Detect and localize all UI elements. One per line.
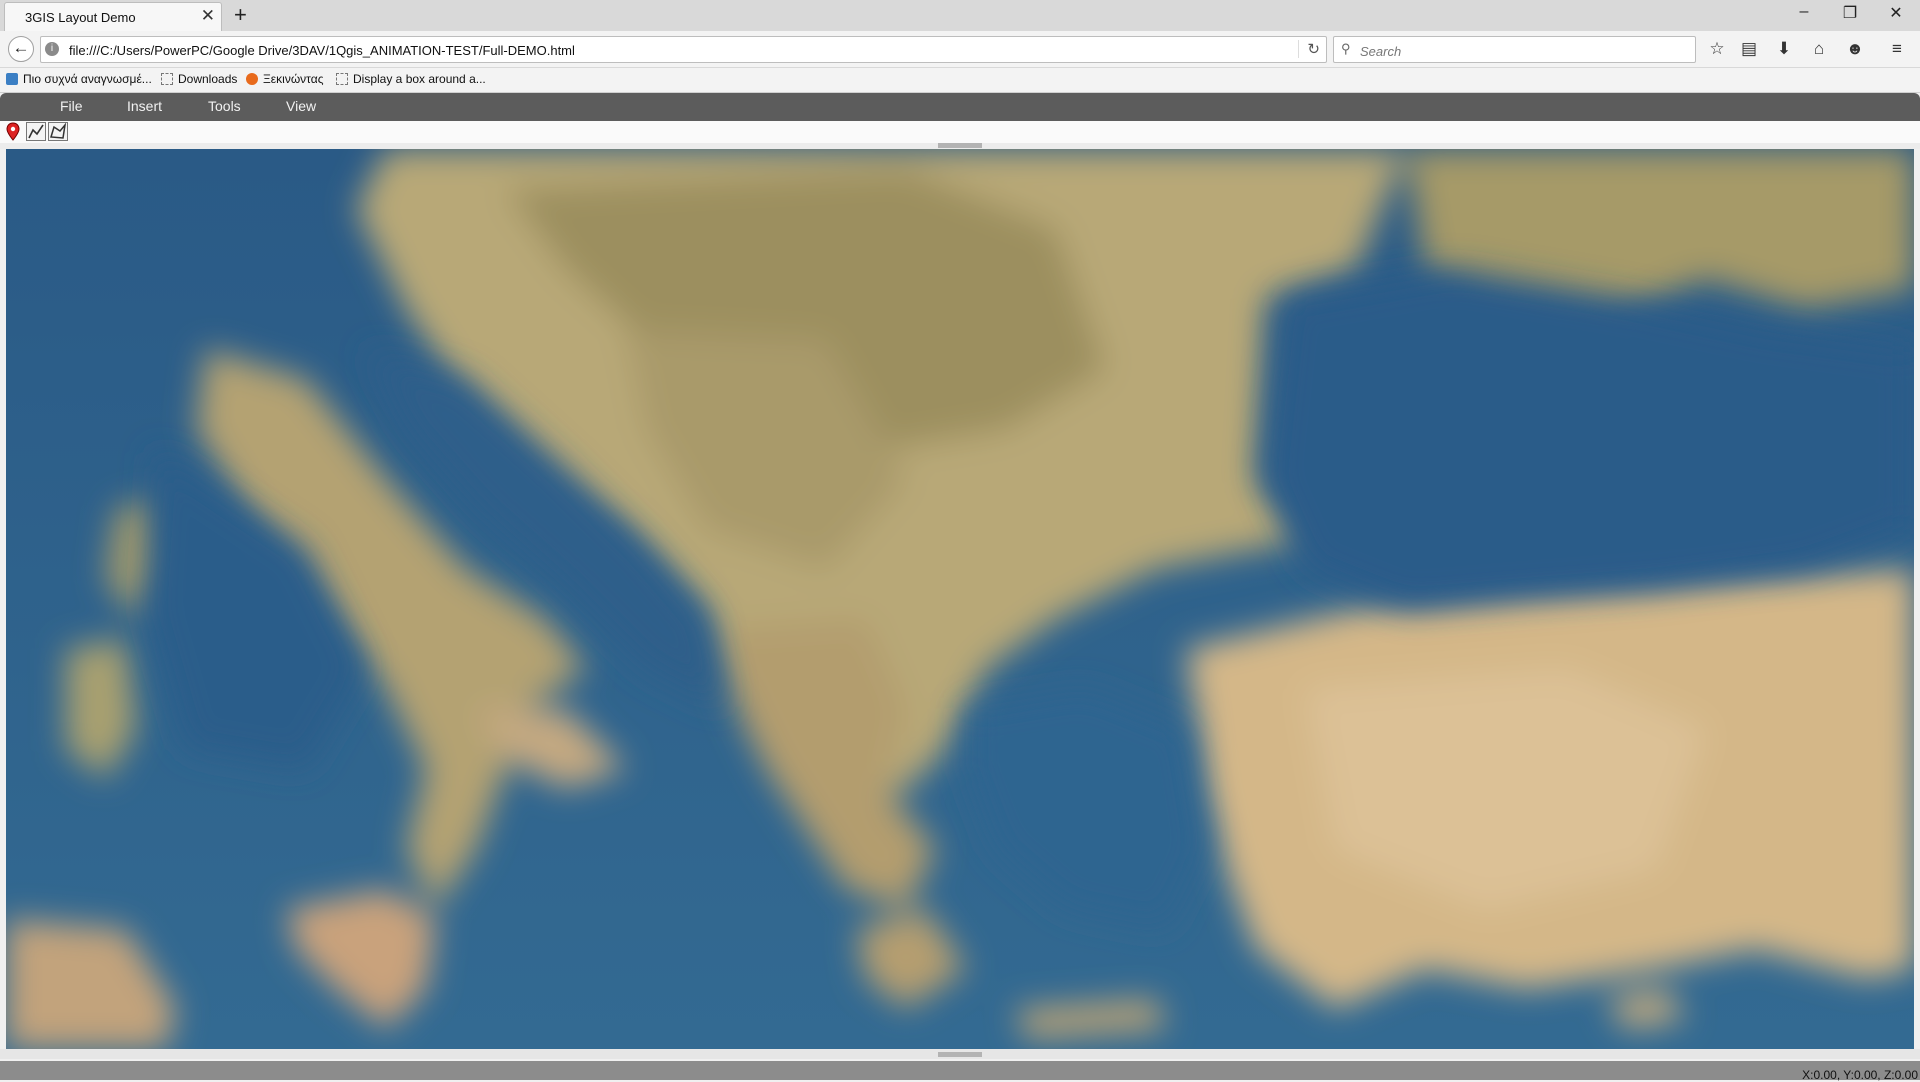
bookmarks-toolbar: Πιο συχνά αναγνωσμέ... Downloads Ξεκινών… — [0, 68, 1920, 93]
terrain-map[interactable] — [6, 149, 1914, 1049]
menu-file[interactable]: File — [60, 98, 83, 114]
bookmark-item[interactable]: Ξεκινώντας — [246, 72, 323, 86]
search-box[interactable]: ⚲ — [1333, 36, 1696, 63]
tab-close-icon[interactable]: ✕ — [201, 7, 215, 25]
minimize-icon[interactable]: – — [1784, 3, 1824, 21]
restore-icon[interactable]: ❐ — [1830, 3, 1870, 23]
back-arrow-icon: ← — [12, 38, 30, 57]
app-menu-bar: File Insert Tools View — [0, 93, 1920, 121]
menu-insert[interactable]: Insert — [127, 98, 162, 114]
splitter-grip[interactable] — [938, 143, 982, 148]
page-icon — [336, 73, 348, 85]
browser-tab-strip: 3GIS Layout Demo ✕ + – ❐ ✕ — [0, 0, 1920, 32]
new-tab-icon[interactable]: + — [234, 2, 247, 28]
bookmark-item[interactable]: Πιο συχνά αναγνωσμέ... — [6, 72, 152, 86]
tab-title: 3GIS Layout Demo — [25, 10, 136, 25]
firefox-icon — [246, 73, 258, 85]
url-bar[interactable]: i file:///C:/Users/PowerPC/Google Drive/… — [40, 36, 1327, 63]
menu-view[interactable]: View — [286, 98, 316, 114]
back-button[interactable]: ← — [8, 36, 34, 62]
status-bar: X:0.00, Y:0.00, Z:0.00 — [0, 1061, 1920, 1082]
navigation-toolbar: ← i file:///C:/Users/PowerPC/Google Driv… — [0, 31, 1920, 68]
site-info-icon[interactable]: i — [45, 42, 59, 56]
url-text[interactable]: file:///C:/Users/PowerPC/Google Drive/3D… — [69, 43, 575, 58]
browser-tab[interactable]: 3GIS Layout Demo ✕ — [4, 2, 222, 31]
tool-strip — [0, 121, 1920, 144]
bookmark-label: Downloads — [178, 72, 238, 86]
bookmark-star-icon[interactable]: ☆ — [1705, 37, 1729, 61]
home-icon[interactable]: ⌂ — [1807, 37, 1831, 61]
page-icon — [161, 73, 173, 85]
reload-icon[interactable]: ↻ — [1298, 40, 1320, 58]
bookmarks-menu-icon[interactable]: ▤ — [1737, 37, 1761, 61]
polygon-tool-icon[interactable] — [48, 122, 68, 141]
menu-tools[interactable]: Tools — [208, 98, 241, 114]
splitter-grip[interactable] — [938, 1052, 982, 1057]
path-tool-icon[interactable] — [26, 122, 46, 141]
bookmark-label: Display a box around a... — [353, 72, 486, 86]
bookmark-label: Πιο συχνά αναγνωσμέ... — [23, 72, 152, 86]
bottom-splitter[interactable] — [0, 1049, 1920, 1059]
window-close-icon[interactable]: ✕ — [1876, 3, 1916, 23]
map-viewer[interactable] — [6, 149, 1914, 1049]
bookmark-item[interactable]: Downloads — [161, 72, 237, 86]
bookmark-label: Ξεκινώντας — [263, 72, 324, 86]
hamburger-menu-icon[interactable]: ≡ — [1885, 37, 1909, 61]
search-input[interactable] — [1358, 40, 1682, 62]
bookmark-item[interactable]: Display a box around a... — [336, 72, 486, 86]
placemark-pin-icon[interactable] — [4, 122, 24, 141]
bookmark-folder-icon — [6, 73, 18, 85]
search-icon: ⚲ — [1341, 41, 1351, 56]
download-icon[interactable]: ⬇ — [1772, 37, 1796, 61]
chat-icon[interactable]: ☻ — [1843, 37, 1867, 61]
